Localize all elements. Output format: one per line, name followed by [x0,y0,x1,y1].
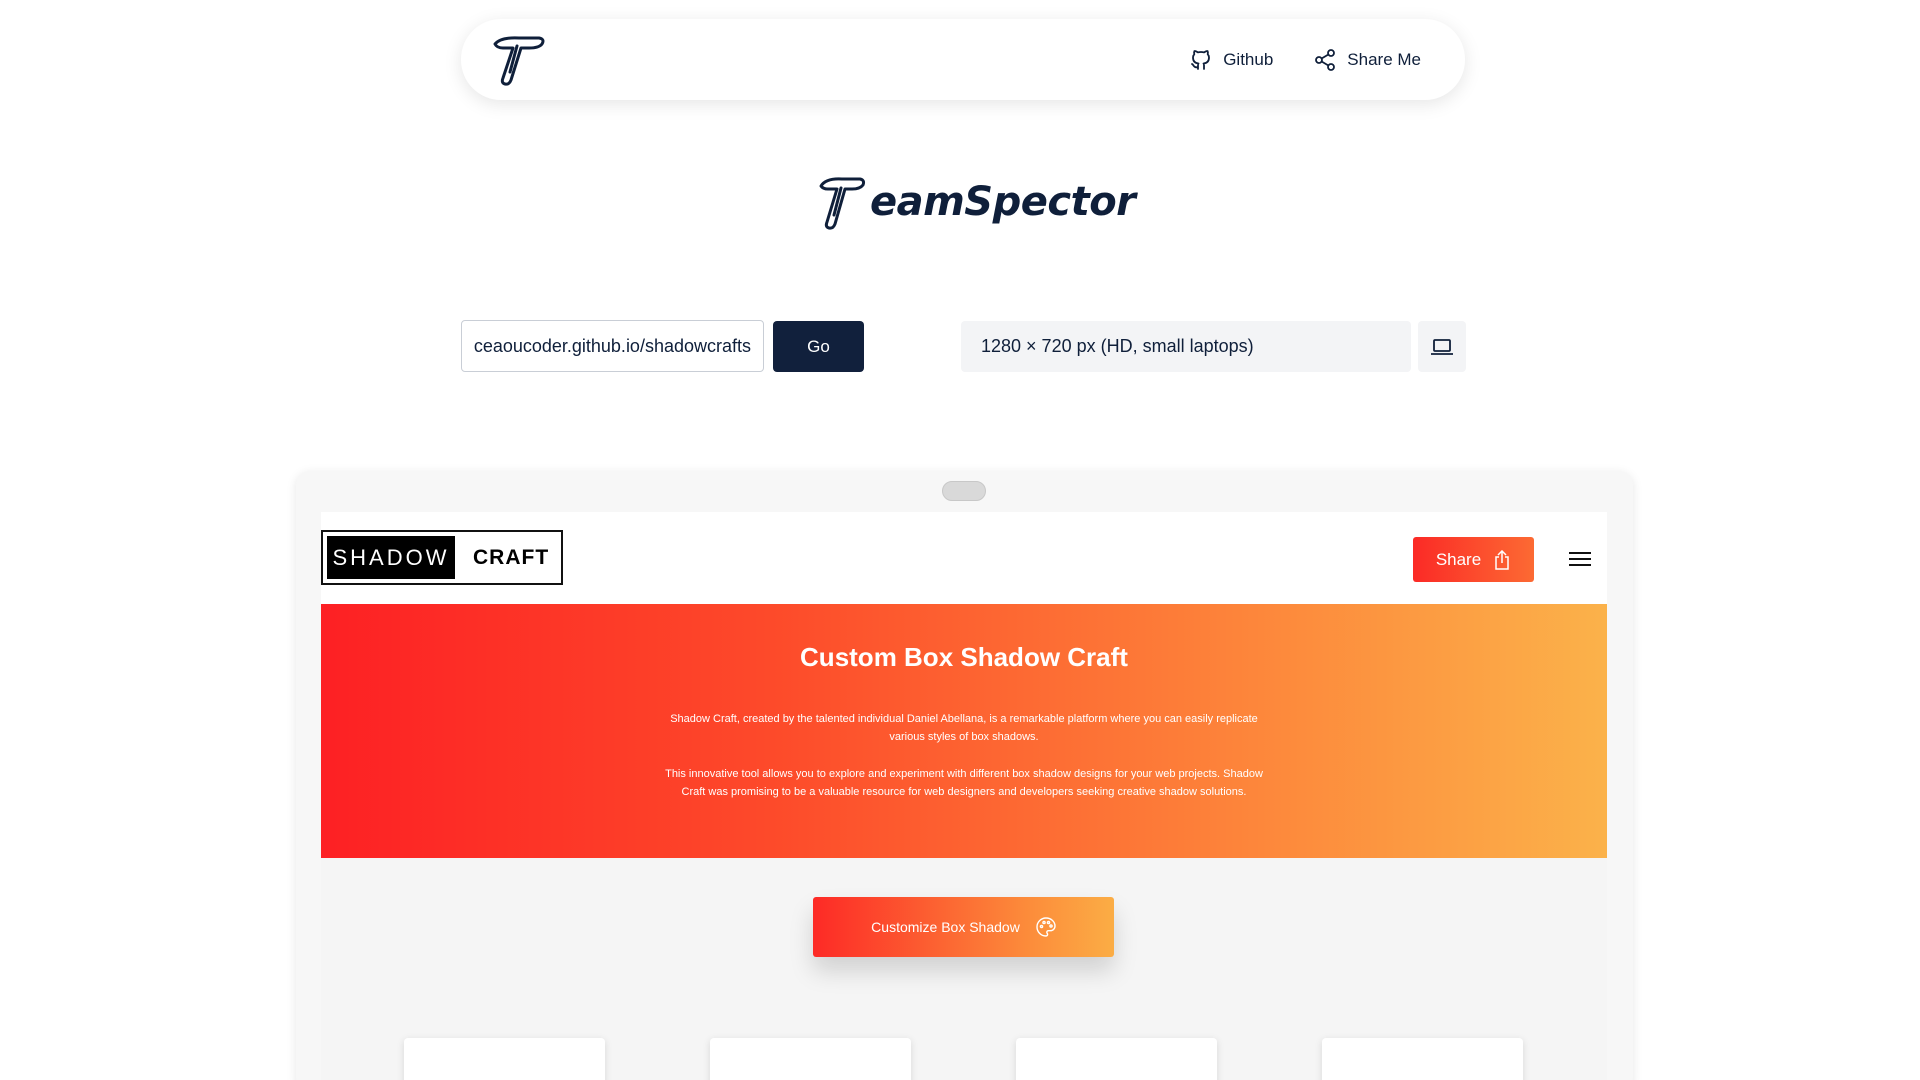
teamspector-t-icon [819,177,866,230]
customize-label: Customize Box Shadow [871,919,1020,935]
hero-paragraph-2: This innovative tool allows you to explo… [665,768,1263,798]
shadow-card[interactable] [1322,1038,1523,1080]
nav-actions: Github Share Me [1189,48,1421,72]
url-input[interactable] [461,320,764,372]
customize-box-shadow-button[interactable]: Customize Box Shadow [813,897,1114,957]
share-upload-icon [1495,549,1509,570]
teamspector-logo-icon[interactable] [491,29,553,91]
device-toggle-button[interactable] [1418,321,1466,372]
site-share-label: Share [1435,549,1482,569]
shadow-card[interactable] [404,1038,605,1080]
preview-frame: SHADOW CRAFT Share Custom Box Shadow Cra… [296,471,1633,1080]
github-label: Github [1223,49,1274,69]
logo-shadow-text: SHADOW [327,536,455,579]
github-icon [1191,49,1211,70]
brand-wordmark-text: eamSpector [870,179,1136,225]
palette-icon [1036,917,1056,937]
logo-craft-text: CRAFT [473,545,550,569]
share-me-label: Share Me [1347,49,1421,69]
shadow-card[interactable] [710,1038,911,1080]
laptop-icon [1431,338,1453,355]
github-link[interactable]: Github [1189,48,1273,72]
hero-paragraph-1: Shadow Craft, created by the talented in… [670,713,1258,743]
site-share-button[interactable]: Share [1413,537,1534,582]
hamburger-menu-icon[interactable] [1569,548,1591,570]
hero-banner: Custom Box Shadow Craft Shadow Craft, cr… [321,604,1607,858]
hero-title: Custom Box Shadow Craft [800,642,1128,672]
resize-handle[interactable] [942,481,986,501]
share-me-link[interactable]: Share Me [1313,48,1421,72]
previewed-site: SHADOW CRAFT Share Custom Box Shadow Cra… [321,512,1607,1080]
go-button[interactable]: Go [773,321,864,372]
site-header: SHADOW CRAFT Share [321,512,1607,604]
shadowcraft-logo[interactable]: SHADOW CRAFT [321,530,563,585]
share-icon [1315,48,1336,71]
shadow-card[interactable] [1016,1038,1217,1080]
top-navbar: Github Share Me [461,19,1465,100]
device-size-select[interactable]: 1280 × 720 px (HD, small laptops) [961,321,1411,372]
teamspector-wordmark: eamSpector [818,172,1136,232]
device-size-value: 1280 × 720 px (HD, small laptops) [981,336,1254,356]
